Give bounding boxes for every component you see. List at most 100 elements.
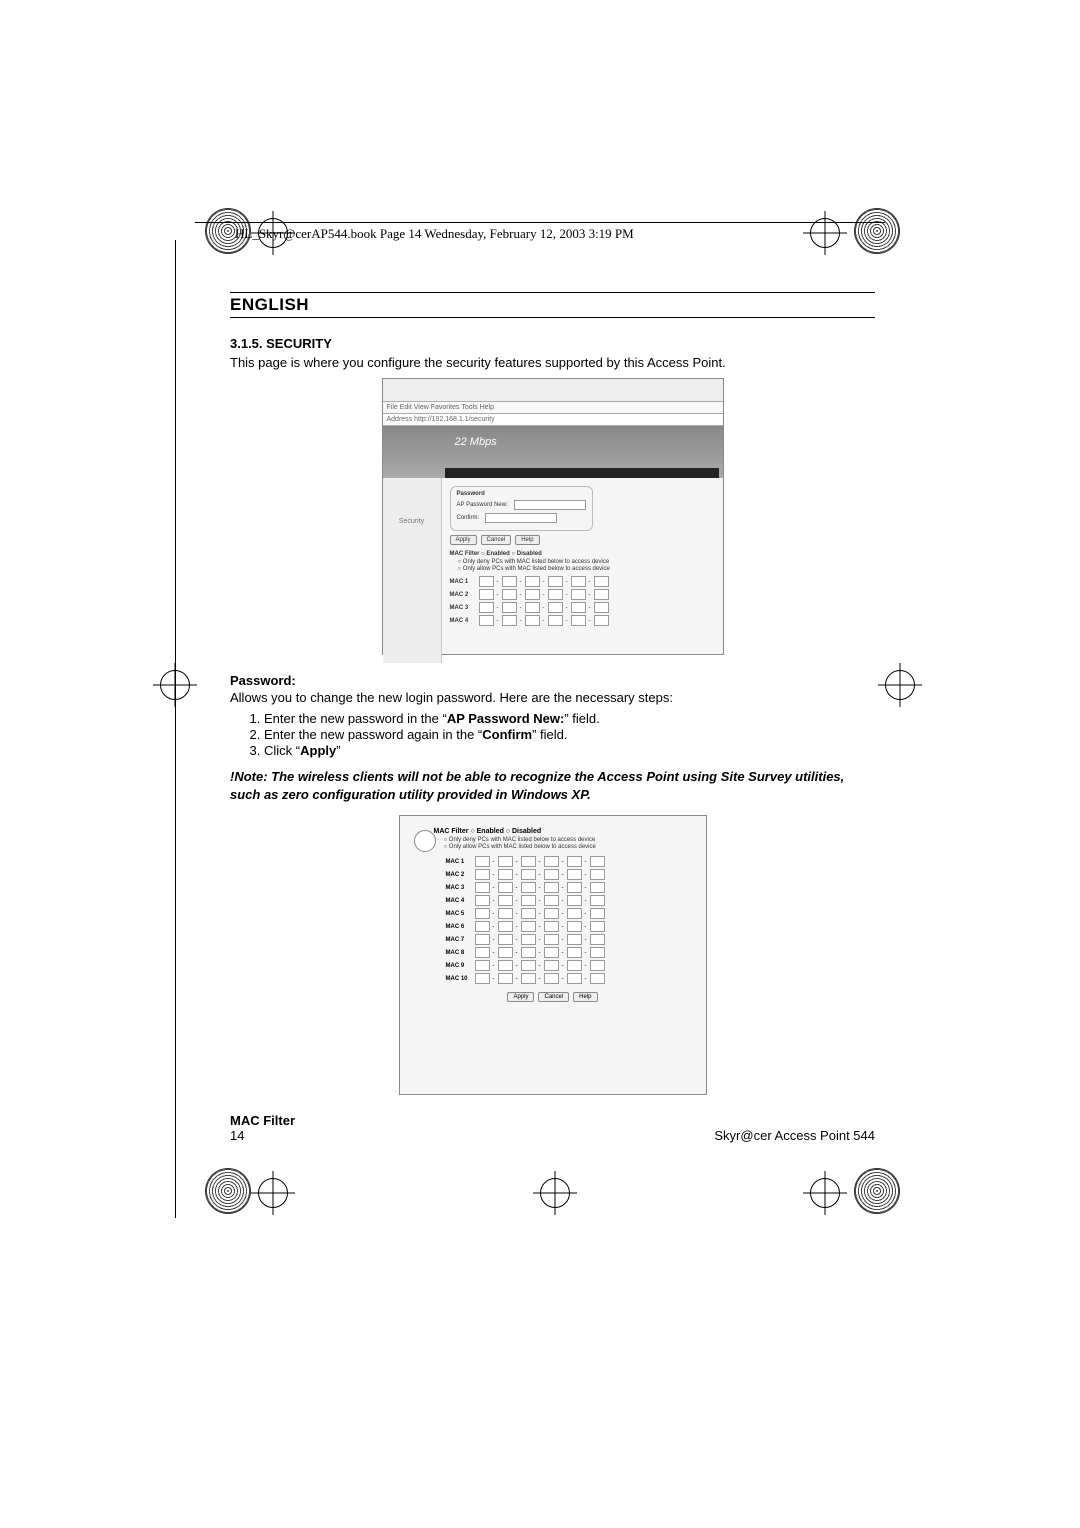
mac-input[interactable] (567, 973, 582, 984)
mac-input[interactable] (521, 895, 536, 906)
mac-input[interactable] (498, 856, 513, 867)
mac-input[interactable] (479, 576, 494, 587)
mac-input[interactable] (521, 856, 536, 867)
mac-input[interactable] (590, 921, 605, 932)
mac-input[interactable] (475, 856, 490, 867)
mac-input[interactable] (590, 895, 605, 906)
allow-option[interactable]: ○ Only allow PCs with MAC listed below t… (444, 844, 698, 850)
mac-input[interactable] (571, 576, 586, 587)
mac-input[interactable] (521, 973, 536, 984)
mac-input[interactable] (567, 869, 582, 880)
mac-input[interactable] (544, 921, 559, 932)
mac-input[interactable] (475, 882, 490, 893)
mac-input[interactable] (521, 869, 536, 880)
mac-input[interactable] (521, 947, 536, 958)
mac-input[interactable] (479, 615, 494, 626)
mac-input[interactable] (567, 947, 582, 958)
mac-input[interactable] (548, 602, 563, 613)
mac-input[interactable] (567, 908, 582, 919)
allow-option[interactable]: ○ Only allow PCs with MAC listed below t… (458, 566, 715, 572)
cancel-button[interactable]: Cancel (481, 535, 512, 545)
mac-input[interactable] (567, 882, 582, 893)
mac-input[interactable] (498, 895, 513, 906)
mac-input[interactable] (571, 615, 586, 626)
nav-tabs (445, 468, 719, 478)
mac-input[interactable] (498, 973, 513, 984)
mac-input[interactable] (567, 921, 582, 932)
mac-input[interactable] (498, 947, 513, 958)
help-button[interactable]: Help (515, 535, 539, 545)
mac-input[interactable] (479, 589, 494, 600)
mac-input[interactable] (475, 908, 490, 919)
mac-input[interactable] (498, 934, 513, 945)
deny-option[interactable]: ○ Only deny PCs with MAC listed below to… (458, 559, 715, 565)
apply-button[interactable]: Apply (507, 992, 534, 1002)
mac-input[interactable] (594, 615, 609, 626)
mac-input[interactable] (521, 921, 536, 932)
mac-input[interactable] (475, 973, 490, 984)
mac-input[interactable] (590, 947, 605, 958)
mac-input[interactable] (571, 602, 586, 613)
mac-input[interactable] (475, 960, 490, 971)
mac-input[interactable] (590, 973, 605, 984)
mac-input[interactable] (544, 882, 559, 893)
mac-row: MAC 3----- (450, 602, 715, 613)
mac-input[interactable] (571, 589, 586, 600)
mac-input[interactable] (475, 921, 490, 932)
mac-input[interactable] (521, 960, 536, 971)
mac-input[interactable] (502, 576, 517, 587)
help-button[interactable]: Help (573, 992, 597, 1002)
mac-input[interactable] (594, 589, 609, 600)
mac-input[interactable] (498, 882, 513, 893)
mac-input[interactable] (521, 934, 536, 945)
mac-input[interactable] (502, 589, 517, 600)
mac-input[interactable] (548, 589, 563, 600)
mac-input[interactable] (590, 856, 605, 867)
mac-input[interactable] (544, 934, 559, 945)
mac-input[interactable] (525, 615, 540, 626)
mac-input[interactable] (590, 934, 605, 945)
mac-input[interactable] (498, 960, 513, 971)
mac-input[interactable] (594, 576, 609, 587)
mac-input[interactable] (544, 960, 559, 971)
mac-input[interactable] (567, 960, 582, 971)
mac-input[interactable] (544, 895, 559, 906)
mac-input[interactable] (475, 934, 490, 945)
mac-input[interactable] (544, 947, 559, 958)
mac-input[interactable] (544, 856, 559, 867)
password-confirm-label: Confirm: (457, 515, 480, 521)
page-content: ENGLISH 3.1.5. SECURITY This page is whe… (230, 292, 875, 1130)
mac-input[interactable] (498, 869, 513, 880)
deny-option[interactable]: ○ Only deny PCs with MAC listed below to… (444, 837, 698, 843)
mac-input[interactable] (590, 882, 605, 893)
mac-input[interactable] (521, 882, 536, 893)
mac-input[interactable] (521, 908, 536, 919)
mac-input[interactable] (594, 602, 609, 613)
mac-input[interactable] (498, 908, 513, 919)
password-confirm-input[interactable] (485, 513, 557, 523)
mac-input[interactable] (525, 602, 540, 613)
password-new-input[interactable] (514, 500, 586, 510)
mac-input[interactable] (525, 576, 540, 587)
cancel-button[interactable]: Cancel (538, 992, 569, 1002)
mac-input[interactable] (544, 908, 559, 919)
mac-input[interactable] (498, 921, 513, 932)
apply-button[interactable]: Apply (450, 535, 477, 545)
mac-input[interactable] (544, 973, 559, 984)
mac-input[interactable] (567, 856, 582, 867)
mac-input[interactable] (567, 895, 582, 906)
mac-input[interactable] (475, 869, 490, 880)
mac-input[interactable] (544, 869, 559, 880)
mac-input[interactable] (567, 934, 582, 945)
mac-input[interactable] (502, 602, 517, 613)
mac-input[interactable] (475, 947, 490, 958)
mac-input[interactable] (590, 908, 605, 919)
mac-input[interactable] (475, 895, 490, 906)
mac-input[interactable] (548, 576, 563, 587)
mac-input[interactable] (590, 869, 605, 880)
mac-input[interactable] (548, 615, 563, 626)
mac-input[interactable] (479, 602, 494, 613)
mac-input[interactable] (502, 615, 517, 626)
mac-input[interactable] (590, 960, 605, 971)
mac-input[interactable] (525, 589, 540, 600)
